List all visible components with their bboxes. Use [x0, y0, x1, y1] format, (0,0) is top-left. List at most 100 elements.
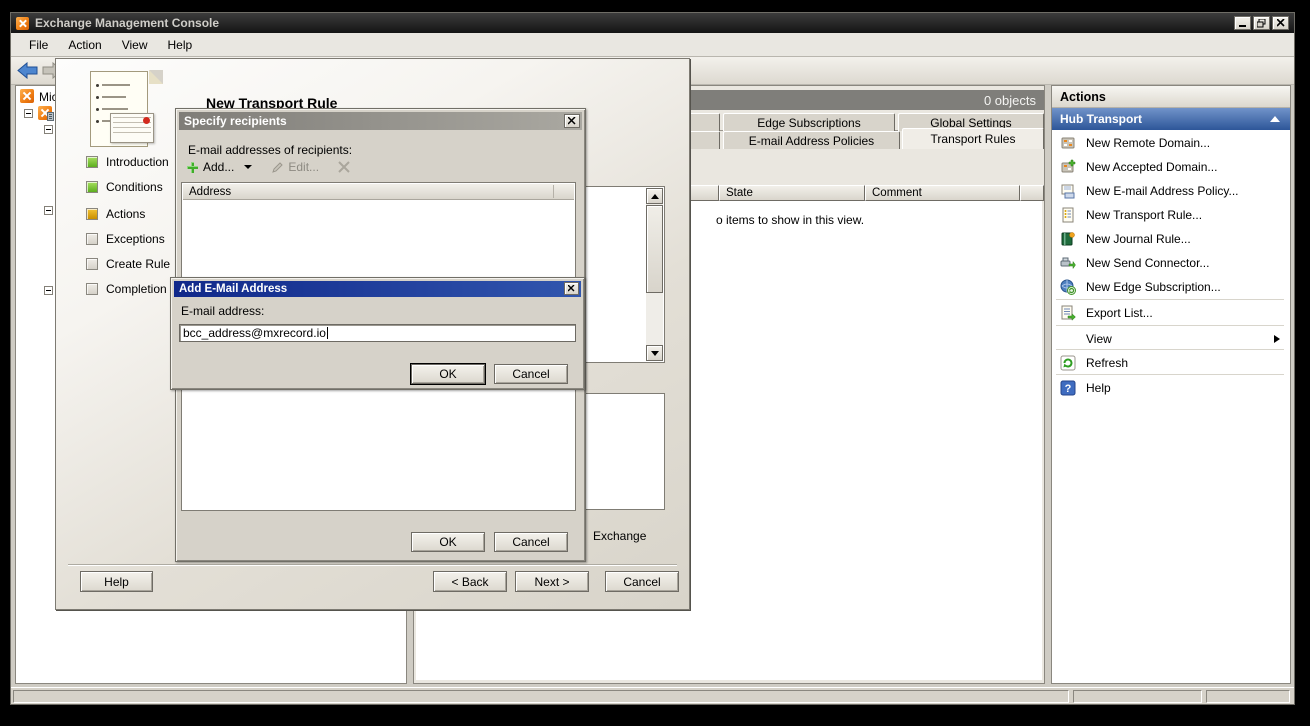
help-icon: ? — [1060, 380, 1076, 396]
scroll-up-button[interactable] — [646, 188, 663, 204]
action-new-edge-subscription[interactable]: New Edge Subscription... — [1052, 275, 1288, 299]
status-bar — [11, 687, 1294, 704]
add-recipient-button[interactable]: Add... — [186, 160, 252, 174]
action-new-journal-rule[interactable]: New Journal Rule... — [1052, 227, 1288, 251]
tab-transport-rules[interactable]: Transport Rules — [902, 128, 1044, 149]
scroll-thumb[interactable] — [646, 205, 663, 293]
title-bar: Exchange Management Console — [11, 13, 1294, 33]
list-column-state[interactable]: State — [719, 185, 865, 201]
close-icon[interactable] — [564, 282, 579, 295]
action-new-remote-domain[interactable]: New Remote Domain... — [1052, 131, 1288, 155]
action-new-send-connector[interactable]: New Send Connector... — [1052, 251, 1288, 275]
menu-action[interactable]: Action — [58, 35, 111, 55]
spacer — [1060, 331, 1076, 347]
empty-list-message: o items to show in this view. — [716, 213, 864, 227]
server-overlay-icon — [47, 112, 54, 121]
step-status-icon — [86, 283, 98, 295]
action-new-email-address-policy[interactable]: New E-mail Address Policy... — [1052, 179, 1288, 203]
status-section — [13, 690, 1069, 703]
wizard-step-conditions: Conditions — [86, 179, 163, 195]
send-connector-icon — [1060, 255, 1076, 271]
object-count: 0 objects — [984, 93, 1036, 108]
edit-recipient-button[interactable]: Edit... — [271, 160, 319, 174]
minimize-button[interactable] — [1234, 16, 1251, 30]
step-status-icon — [86, 181, 98, 193]
wizard-step-exceptions: Exceptions — [86, 231, 165, 247]
actions-pane-title: Actions — [1052, 86, 1290, 108]
wizard-step-create-rule: Create Rule — [86, 256, 170, 272]
step-status-icon — [86, 258, 98, 270]
menu-file[interactable]: File — [19, 35, 58, 55]
svg-text:?: ? — [1065, 383, 1072, 395]
recipients-cancel-button[interactable]: Cancel — [494, 532, 568, 552]
separator — [1056, 299, 1284, 300]
divider — [68, 564, 677, 566]
action-new-accepted-domain[interactable]: New Accepted Domain... — [1052, 155, 1288, 179]
step-status-icon — [86, 156, 98, 168]
separator — [1056, 325, 1284, 326]
add-email-address-dialog: Add E-Mail Address E-mail address: bcc_a… — [170, 277, 585, 390]
status-section — [1073, 690, 1202, 703]
tab-edge-subscriptions[interactable]: Edge Subscriptions — [723, 113, 895, 131]
action-new-transport-rule[interactable]: New Transport Rule... — [1052, 203, 1288, 227]
tree-expand-icon[interactable] — [24, 109, 33, 118]
dialog-title: Add E-Mail Address — [179, 283, 287, 295]
refresh-icon — [1060, 355, 1076, 371]
wizard-help-button[interactable]: Help — [80, 571, 153, 592]
remote-domain-icon — [1060, 135, 1076, 151]
action-view[interactable]: View — [1052, 327, 1288, 351]
edge-subscription-icon — [1060, 279, 1076, 295]
step-status-icon — [86, 208, 98, 220]
transport-rule-icon — [1060, 207, 1076, 223]
recipients-ok-button[interactable]: OK — [411, 532, 485, 552]
action-export-list[interactable]: Export List... — [1052, 301, 1288, 325]
email-address-value: bcc_address@mxrecord.io — [183, 326, 326, 340]
vertical-scrollbar[interactable] — [646, 188, 663, 361]
chevron-down-icon[interactable] — [244, 165, 252, 169]
tab-email-address-policies[interactable]: E-mail Address Policies — [723, 131, 900, 149]
tree-expand-icon[interactable] — [44, 286, 53, 295]
menu-help[interactable]: Help — [158, 35, 203, 55]
back-icon[interactable] — [17, 62, 39, 79]
wizard-cancel-button[interactable]: Cancel — [605, 571, 679, 592]
exchange-app-icon — [16, 17, 29, 30]
submenu-arrow-icon — [1274, 335, 1280, 343]
text-caret — [327, 327, 328, 339]
menu-view[interactable]: View — [112, 35, 158, 55]
email-address-policy-icon — [1060, 183, 1076, 199]
dialog-title-bar[interactable]: Add E-Mail Address — [174, 281, 581, 297]
hub-transport-section-header[interactable]: Hub Transport — [1052, 108, 1290, 130]
action-refresh[interactable]: Refresh — [1052, 351, 1288, 375]
journal-rule-icon — [1060, 231, 1076, 247]
edit-icon — [271, 161, 284, 174]
tree-expand-icon[interactable] — [44, 125, 53, 134]
delete-icon[interactable] — [338, 161, 350, 173]
add-icon — [186, 161, 199, 174]
tree-expand-icon[interactable] — [44, 206, 53, 215]
add-email-cancel-button[interactable]: Cancel — [494, 364, 568, 384]
wizard-document-icon — [84, 71, 162, 153]
list-column-comment[interactable]: Comment — [865, 185, 1020, 201]
email-address-label: E-mail address: — [181, 304, 264, 318]
wizard-back-button[interactable]: < Back — [433, 571, 507, 592]
wizard-background-text: Exchange — [593, 529, 646, 543]
add-email-ok-button[interactable]: OK — [411, 364, 485, 384]
close-button[interactable] — [1272, 16, 1289, 30]
dialog-title-bar[interactable]: Specify recipients — [179, 112, 582, 130]
email-address-input[interactable]: bcc_address@mxrecord.io — [179, 324, 576, 342]
close-icon[interactable] — [564, 114, 580, 128]
dialog-title: Specify recipients — [184, 114, 287, 128]
wizard-next-button[interactable]: Next > — [515, 571, 589, 592]
tree-root-icon — [20, 89, 34, 103]
export-list-icon — [1060, 305, 1076, 321]
accepted-domain-icon — [1060, 159, 1076, 175]
action-help[interactable]: ? Help — [1052, 376, 1288, 400]
recipients-label: E-mail addresses of recipients: — [188, 143, 352, 157]
window-title: Exchange Management Console — [35, 16, 219, 30]
wizard-step-introduction: Introduction — [86, 154, 169, 170]
actions-pane: Actions Hub Transport New Remote Domain.… — [1051, 85, 1291, 684]
address-column-header[interactable]: Address — [183, 184, 574, 200]
restore-button[interactable] — [1253, 16, 1270, 30]
scroll-down-button[interactable] — [646, 345, 663, 361]
collapse-icon[interactable] — [1270, 116, 1280, 122]
